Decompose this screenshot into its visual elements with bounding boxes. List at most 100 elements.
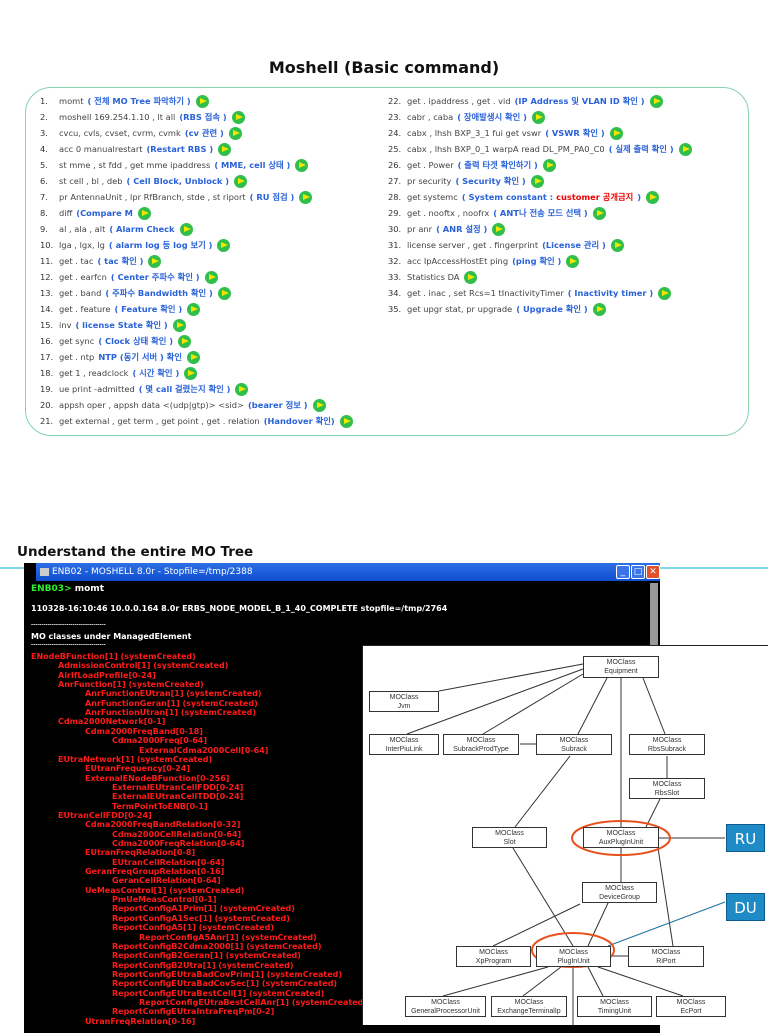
command-description: (cv 관련 ) bbox=[184, 128, 224, 138]
play-icon[interactable] bbox=[464, 270, 478, 284]
command-description: ( Cell Block, Unblock ) bbox=[126, 176, 230, 186]
list-item: 33. Statistics DA bbox=[388, 269, 692, 285]
play-icon[interactable] bbox=[312, 398, 326, 412]
mo-tree-node: AnrFunctionUtran[1] (systemCreated) bbox=[85, 708, 257, 718]
mo-tree-node: Cdma2000CellRelation[0-64] bbox=[112, 829, 242, 839]
close-button[interactable]: ✕ bbox=[646, 565, 660, 579]
command-text: get . tac bbox=[59, 256, 94, 266]
command-text: cvcu, cvls, cvset, cvrm, cvmk bbox=[59, 128, 181, 138]
play-icon[interactable] bbox=[137, 206, 151, 220]
list-item: 7. pr AntennaUnit , lpr RfBranch, stde , … bbox=[40, 189, 353, 205]
item-number: 12. bbox=[40, 272, 54, 282]
mo-tree-node: ExternalEUtranCellTDD[0-24] bbox=[112, 792, 244, 802]
list-item: 6. st cell , bl , deb( Cell Block, Unbloc… bbox=[40, 173, 353, 189]
command-text: get systemc bbox=[407, 192, 458, 202]
mo-tree-node: ReportConfigB2Cdma2000[1] (systemCreated… bbox=[112, 941, 322, 951]
mo-tree-node: AnrFunctionGeran[1] (systemCreated) bbox=[85, 698, 258, 708]
list-item: 15. inv( license State 확인 ) bbox=[40, 317, 353, 333]
item-number: 16. bbox=[40, 336, 54, 346]
mo-class-name: Subrack bbox=[561, 746, 587, 753]
list-item: 27. pr security( Security 확인 ) bbox=[388, 173, 692, 189]
mo-tree-node: GeranCellRelation[0-64] bbox=[112, 876, 221, 886]
item-number: 19. bbox=[40, 384, 54, 394]
command-description: ( 전체 MO Tree 파악하기 ) bbox=[87, 96, 191, 106]
play-icon[interactable] bbox=[566, 254, 580, 268]
play-icon[interactable] bbox=[204, 270, 218, 284]
command-description: ( VSWR 확인 ) bbox=[545, 128, 605, 138]
play-icon[interactable] bbox=[179, 222, 193, 236]
play-icon[interactable] bbox=[542, 158, 556, 172]
mo-class-name: XpProgram bbox=[475, 958, 512, 965]
terminal-prompt-line: ENB03> momt bbox=[31, 584, 104, 594]
play-icon[interactable] bbox=[649, 94, 663, 108]
command-description: ( MME, cell 상태 ) bbox=[214, 160, 291, 170]
list-item: 32. acc IpAccessHostEt ping (ping 확인 ) bbox=[388, 253, 692, 269]
mo-tree-node: ReportConfigB2Utra[1] (systemCreated) bbox=[112, 960, 294, 970]
play-icon[interactable] bbox=[299, 190, 313, 204]
play-icon[interactable] bbox=[231, 110, 245, 124]
mo-tree-node: UeMeasControl[1] (systemCreated) bbox=[85, 885, 245, 895]
play-icon[interactable] bbox=[178, 334, 192, 348]
play-icon[interactable] bbox=[592, 206, 606, 220]
play-icon[interactable] bbox=[195, 94, 209, 108]
play-icon[interactable] bbox=[172, 318, 186, 332]
command-text: inv bbox=[59, 320, 72, 330]
mo-class-stereotype: MOClass bbox=[652, 737, 682, 744]
warning-text: customer 공개금지 bbox=[556, 192, 634, 202]
command-description: ( Feature 확인 ) bbox=[114, 304, 183, 314]
scrollbar[interactable] bbox=[650, 583, 658, 648]
item-number: 14. bbox=[40, 304, 54, 314]
list-item: 19. ue print -admitted( 몇 call 걸렸는지 확인 ) bbox=[40, 381, 353, 397]
list-item: 17. get . ntp NTP (동기 서버 ) 확인 bbox=[40, 349, 353, 365]
mo-class-stereotype: MOClass bbox=[495, 830, 524, 837]
list-item: 2. moshell 169.254.1.10 , lt all (RBS 접속 ) bbox=[40, 109, 353, 125]
play-icon[interactable] bbox=[531, 110, 545, 124]
play-icon[interactable] bbox=[295, 158, 309, 172]
play-icon[interactable] bbox=[610, 238, 624, 252]
mo-class-box: MOClass RbsSlot bbox=[629, 778, 705, 799]
terminal-header: MO classes under ManagedElement bbox=[31, 632, 192, 641]
minimize-button[interactable]: _ bbox=[616, 565, 630, 579]
play-icon[interactable] bbox=[492, 222, 506, 236]
mo-class-name: AuxPlugInUnit bbox=[598, 839, 644, 846]
command-list-left: 1. momt( 전체 MO Tree 파악하기 ) 2. moshell 169.2… bbox=[40, 93, 353, 429]
command-list-right: 22. get . ipaddress , get . vid (IP Addres… bbox=[388, 93, 692, 317]
mo-class-stereotype: MOClass bbox=[606, 659, 636, 666]
play-icon[interactable] bbox=[187, 302, 201, 316]
command-description: (bearer 정보 ) bbox=[247, 400, 308, 410]
play-icon[interactable] bbox=[234, 174, 248, 188]
list-item: 34. get . inac , set Rcs=1 tInactivityTim… bbox=[388, 285, 692, 301]
mo-class-stereotype: MOClass bbox=[600, 999, 629, 1006]
prompt: ENB03> bbox=[31, 584, 72, 594]
play-icon[interactable] bbox=[218, 142, 232, 156]
play-icon[interactable] bbox=[228, 126, 242, 140]
maximize-button[interactable]: □ bbox=[631, 565, 645, 579]
play-icon[interactable] bbox=[235, 382, 249, 396]
mo-tree-node: ReportConfigB2Geran[1] (systemCreated) bbox=[112, 951, 301, 961]
app-icon bbox=[40, 567, 49, 576]
play-icon[interactable] bbox=[217, 286, 231, 300]
mo-tree-node: ExternalENodeBFunction[0-256] bbox=[85, 773, 230, 783]
play-icon[interactable] bbox=[186, 350, 200, 364]
item-number: 33. bbox=[388, 272, 402, 282]
play-icon[interactable] bbox=[184, 366, 198, 380]
mo-tree-node: AnrFunction[1] (systemCreated) bbox=[58, 680, 204, 690]
mo-class-stereotype: MOClass bbox=[559, 737, 589, 744]
command-description: ( ANR 설정 ) bbox=[436, 224, 488, 234]
play-icon[interactable] bbox=[678, 142, 692, 156]
item-number: 34. bbox=[388, 288, 402, 298]
mo-tree-node: Cdma2000FreqRelation[0-64] bbox=[112, 839, 245, 848]
mo-tree-node: ExternalCdma2000Cell[0-64] bbox=[139, 745, 269, 755]
play-icon[interactable] bbox=[339, 414, 353, 428]
play-icon[interactable] bbox=[646, 190, 660, 204]
play-icon[interactable] bbox=[658, 286, 672, 300]
play-icon[interactable] bbox=[148, 254, 162, 268]
play-icon[interactable] bbox=[609, 126, 623, 140]
window-titlebar[interactable]: ENB02 - MOSHELL 8.0r - Stopfile=/tmp/238… bbox=[36, 563, 660, 581]
play-icon[interactable] bbox=[592, 302, 606, 316]
play-icon[interactable] bbox=[217, 238, 231, 252]
play-icon[interactable] bbox=[530, 174, 544, 188]
item-number: 30. bbox=[388, 224, 402, 234]
command-text: get . ipaddress , get . vid bbox=[407, 96, 511, 106]
command-text: lga , lgx, lg bbox=[59, 240, 105, 250]
